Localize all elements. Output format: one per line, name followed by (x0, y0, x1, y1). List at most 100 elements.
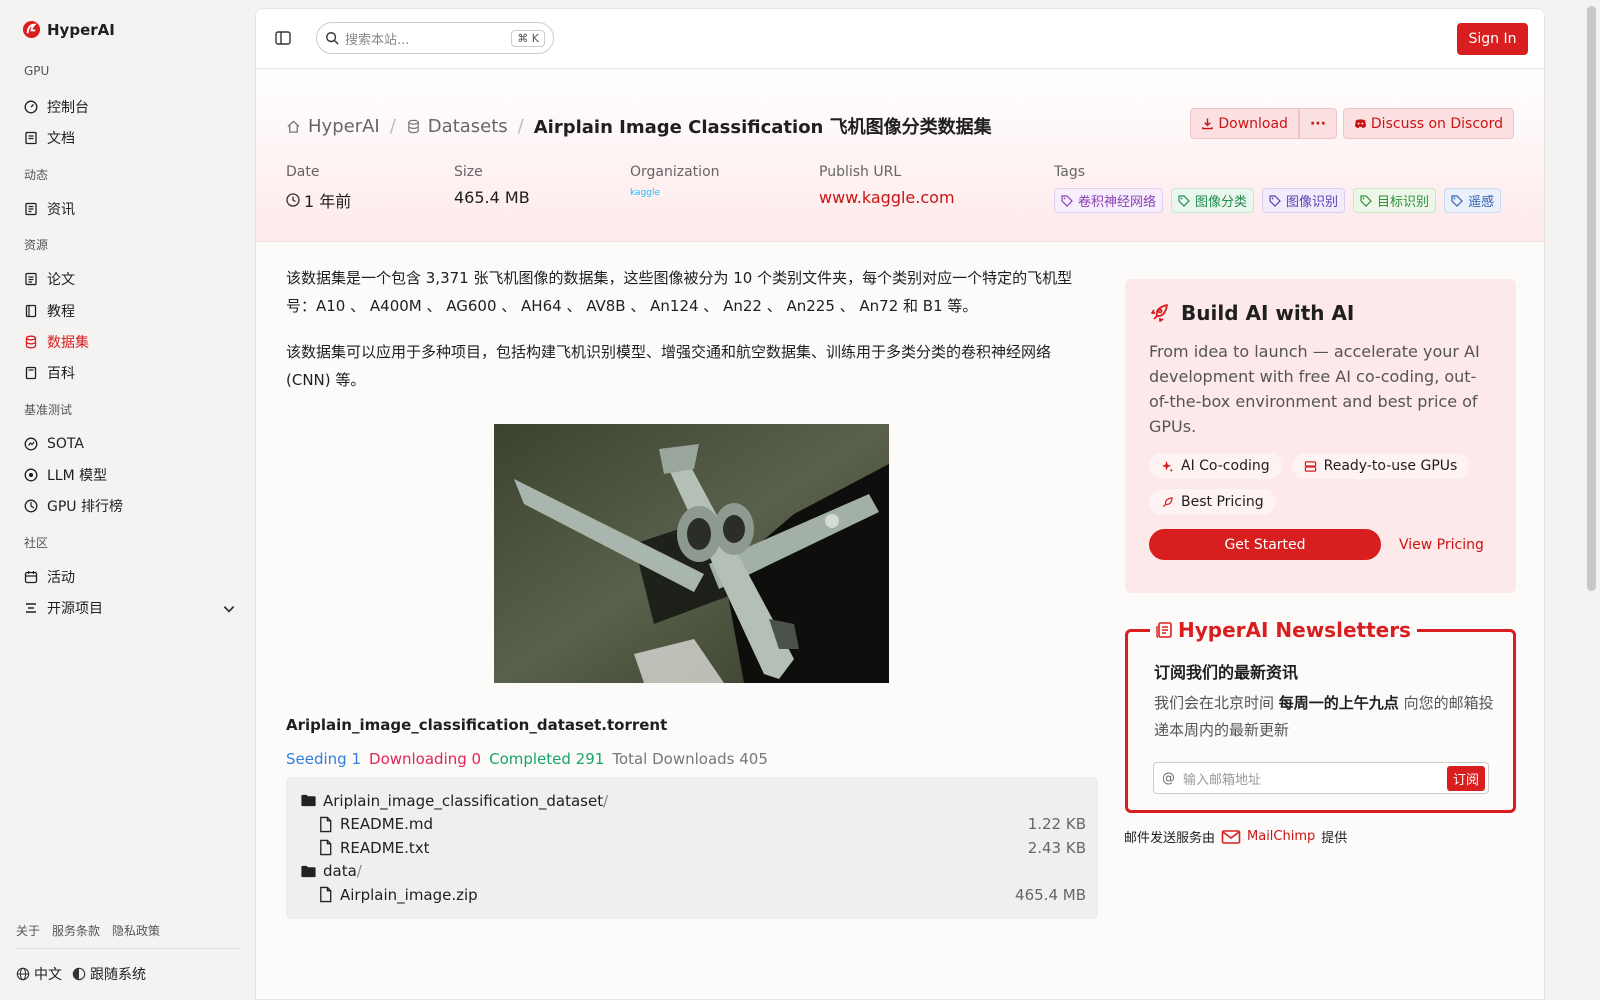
promo-title: Build AI with AI (1149, 301, 1492, 325)
page-scrollbar[interactable] (1582, 0, 1600, 1000)
dataset-description: 该数据集是一个包含 3,371 张飞机图像的数据集，这些图像被分为 10 个类别… (286, 264, 1098, 919)
database-icon (408, 119, 419, 133)
scrollbar-thumb[interactable] (1587, 6, 1596, 591)
mailchimp-link[interactable]: MailChimp (1247, 829, 1315, 844)
breadcrumb-home[interactable]: HyperAI (308, 116, 380, 137)
sidebar-item[interactable]: 论文 (24, 267, 234, 291)
view-pricing-link[interactable]: View Pricing (1399, 537, 1484, 553)
discord-button[interactable]: Discuss on Discord (1342, 108, 1514, 139)
privacy-link[interactable]: 隐私政策 (112, 922, 160, 939)
sidebar-item[interactable]: 控制台 (24, 95, 234, 119)
sidebar-item-label: 文档 (47, 131, 75, 147)
email-field[interactable]: @ 输入邮箱地址 订阅 (1153, 762, 1489, 794)
breadcrumb-datasets[interactable]: Datasets (428, 116, 508, 137)
sidebar-item[interactable]: LLM 模型 (24, 463, 234, 487)
nav-section-title: 动态 (24, 168, 49, 182)
nav-section-title: 社区 (24, 536, 49, 550)
newsletter-description: 我们会在北京时间 每周一的上午九点 向您的邮箱投递本周内的最新更新 (1154, 690, 1494, 744)
file-name: data (323, 862, 357, 881)
chart-icon (24, 437, 38, 451)
tag-icon (1061, 194, 1073, 207)
promo-actions: Get Started View Pricing (1149, 529, 1492, 560)
description-paragraph-1: 该数据集是一个包含 3,371 张飞机图像的数据集，这些图像被分为 10 个类别… (286, 269, 1073, 315)
desc-text: 我们会在北京时间 (1154, 694, 1275, 712)
file-row[interactable]: README.txt 2.43 KB (300, 836, 1086, 860)
breadcrumb-separator: / (517, 115, 524, 137)
sidebar-item[interactable]: 百科 (24, 361, 234, 385)
tag-label: 目标识别 (1377, 195, 1430, 210)
terms-link[interactable]: 服务条款 (52, 922, 100, 939)
tag-chip[interactable]: 目标识别 (1353, 188, 1437, 213)
sidebar-item[interactable]: 资讯 (24, 197, 234, 221)
email-placeholder: 输入邮箱地址 (1183, 772, 1262, 788)
subscribe-button[interactable]: 订阅 (1446, 765, 1485, 791)
meta-tags-label: Tags (1054, 164, 1085, 180)
feature-label: Best Pricing (1181, 494, 1264, 510)
discord-icon (1354, 119, 1366, 129)
file-name: Ariplain_image_classification_dataset (323, 791, 604, 810)
tag-chip[interactable]: 图像分类 (1171, 188, 1255, 213)
sidebar-item[interactable]: GPU 排行榜 (24, 494, 234, 518)
get-started-button[interactable]: Get Started (1149, 529, 1381, 560)
meta-date-value: 1 年前 (304, 192, 352, 211)
tag-label: 图像分类 (1195, 195, 1248, 210)
file-size: 2.43 KB (1027, 838, 1086, 857)
sidebar-item-label: 开源项目 (47, 601, 103, 617)
at-icon: @ (1162, 770, 1175, 786)
tag-chip[interactable]: 卷积神经网络 (1054, 188, 1164, 213)
tag-chip[interactable]: 图像识别 (1262, 188, 1346, 213)
nav-section-title: 基准测试 (24, 403, 73, 417)
file-row[interactable]: Airplain_image.zip 465.4 MB (300, 883, 1086, 907)
about-link[interactable]: 关于 (16, 922, 40, 939)
sidebar-item[interactable]: 开源项目 (24, 596, 235, 620)
mail-icon (1221, 829, 1241, 844)
sidebar-item-label: 百科 (47, 366, 75, 382)
sidebar-item-label: LLM 模型 (47, 468, 108, 484)
path-separator: / (356, 862, 362, 881)
meta-org-value-wrap: kaggle (630, 188, 720, 198)
description-paragraph-2: 该数据集可以应用于多种项目，包括构建飞机识别模型、增强交通和航空数据集、训练用于… (286, 343, 1052, 389)
sign-in-button[interactable]: Sign In (1457, 23, 1528, 55)
main-panel: 搜索本站... ⌘ K Sign In HyperAI / Datasets /… (255, 8, 1545, 1000)
folder-icon (301, 865, 316, 877)
completed-count: Completed 291 (489, 750, 605, 768)
file-tree: Ariplain_image_classification_dataset / RE… (286, 777, 1098, 919)
dataset-header: HyperAI / Datasets / Airplain Image Clas… (256, 70, 1544, 242)
language-switcher[interactable]: 中文 (16, 964, 62, 984)
sidebar-item-label: 活动 (47, 570, 75, 586)
more-options-button[interactable]: ··· (1298, 108, 1337, 139)
theme-switcher[interactable]: 跟随系统 (72, 964, 146, 984)
search-input[interactable]: 搜索本站... ⌘ K (316, 22, 554, 54)
sidebar-item[interactable]: 数据集 (24, 330, 234, 354)
folder-row[interactable]: Ariplain_image_classification_dataset / (300, 789, 1086, 813)
sidebar-item[interactable]: 活动 (24, 565, 234, 589)
feature-label: Ready-to-use GPUs (1323, 458, 1458, 474)
file-row[interactable]: README.md 1.22 KB (300, 813, 1086, 837)
gauge-icon (24, 100, 38, 114)
sidebar-toggle-icon[interactable] (274, 29, 292, 47)
file-name: README.txt (340, 838, 430, 857)
search-icon (326, 32, 339, 45)
provider-text: 邮件发送服务由 (1124, 831, 1216, 846)
rocket-icon (1162, 496, 1173, 507)
sidebar-item[interactable]: 文档 (24, 126, 234, 150)
tag-label: 图像识别 (1286, 195, 1339, 210)
download-button[interactable]: Download (1190, 108, 1299, 139)
sidebar-item-label: 论文 (47, 272, 75, 288)
folder-row[interactable]: data / (300, 860, 1086, 884)
sidebar-item[interactable]: 教程 (24, 299, 234, 323)
globe-icon (16, 967, 30, 981)
logo[interactable]: HyperAI (22, 20, 115, 39)
sidebar-item-label: GPU 排行榜 (47, 499, 123, 515)
tag-chip[interactable]: 遥感 (1444, 188, 1502, 213)
promo-title-text: Build AI with AI (1181, 301, 1355, 325)
theme-icon (72, 967, 86, 981)
sidebar-item[interactable]: SOTA (24, 432, 234, 456)
doc-icon (24, 131, 38, 145)
file-icon (320, 816, 332, 832)
kaggle-logo[interactable]: kaggle (630, 188, 660, 198)
leaderboard-icon (24, 499, 38, 513)
sidebar-item-label: 教程 (47, 304, 75, 320)
publish-url-link[interactable]: www.kaggle.com (819, 188, 955, 207)
path-separator: / (603, 791, 609, 810)
